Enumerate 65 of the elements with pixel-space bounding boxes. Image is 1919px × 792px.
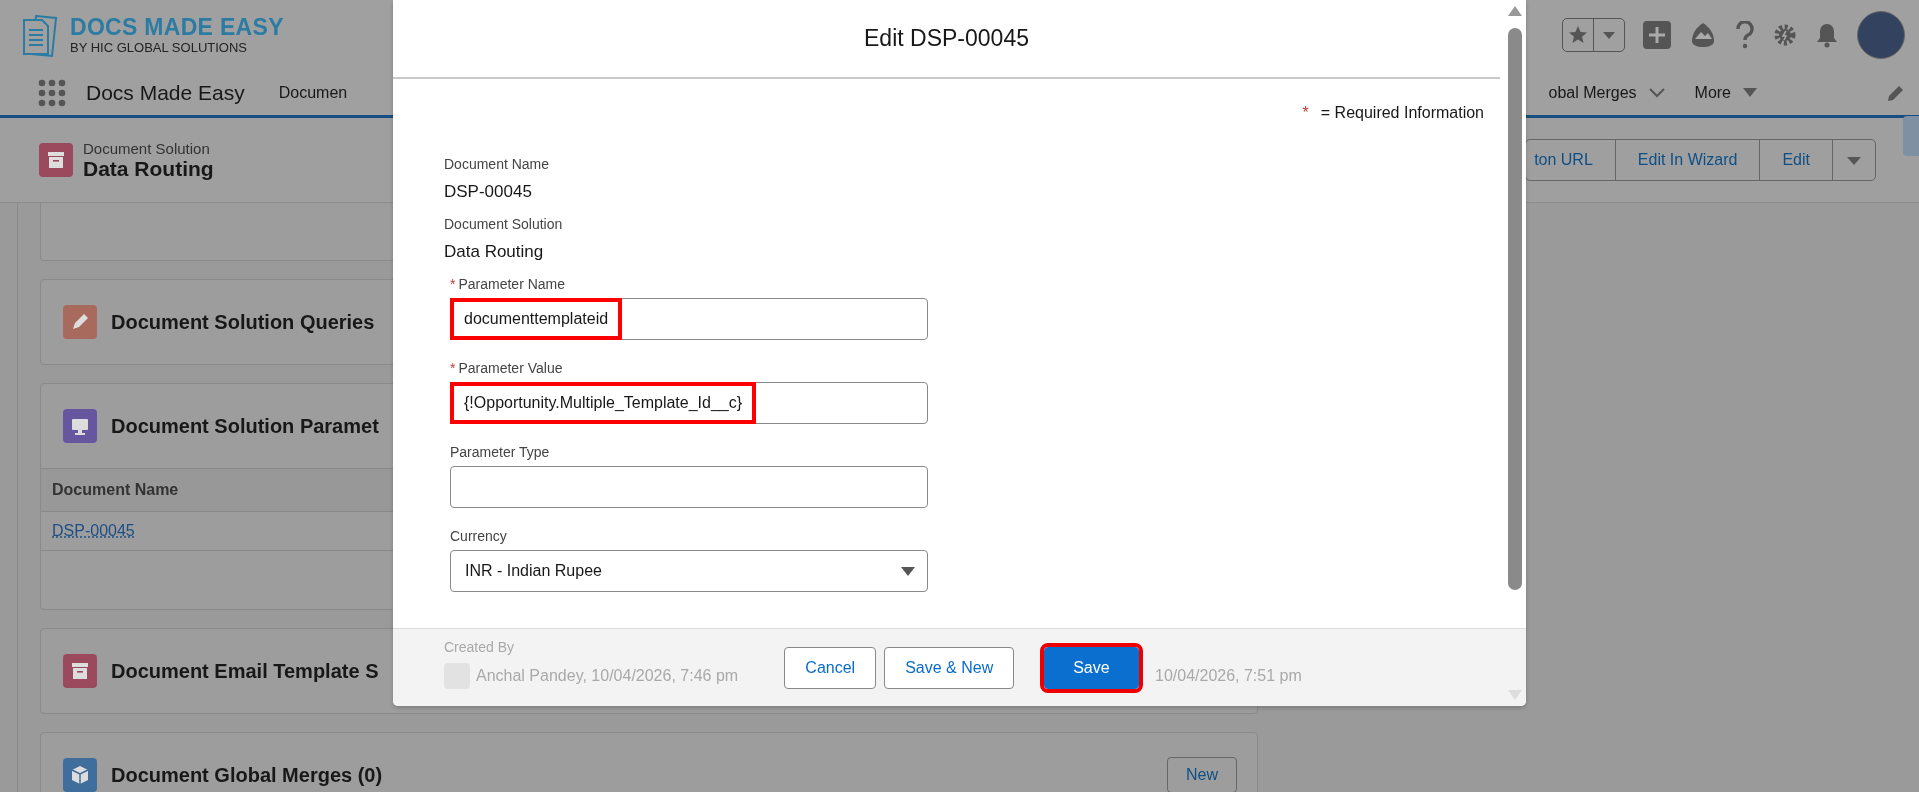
field-value: DSP-00045: [444, 182, 533, 202]
nav-tab[interactable]: obal Merges: [1548, 83, 1637, 102]
archive-box-icon: [63, 654, 97, 688]
edit-pencil-icon[interactable]: [1887, 83, 1905, 102]
field-value: Data Routing: [444, 242, 545, 262]
dialog-button[interactable]: Save & New: [884, 646, 1015, 689]
column-header: Document Name: [52, 481, 179, 499]
nav-tab[interactable]: More: [1694, 83, 1731, 102]
star-icon: [1568, 25, 1588, 45]
scrollbar-thumb[interactable]: [1508, 28, 1522, 590]
card-title: Document Global Merges (0): [111, 763, 383, 787]
help-icon[interactable]: [1735, 21, 1755, 49]
field-label: Currency: [450, 528, 507, 544]
action-button[interactable]: Edit In Wizard: [1614, 140, 1760, 180]
new-button[interactable]: New: [1167, 757, 1237, 792]
caret-down-icon: [1743, 88, 1757, 97]
monitor-icon: [63, 409, 97, 443]
field-label: Parameter Type: [450, 444, 550, 460]
input-field[interactable]: {!Opportunity.Multiple_Template_Id__c}: [450, 382, 928, 424]
currency-select[interactable]: INR - Indian Rupee: [450, 550, 928, 592]
scroll-up-icon[interactable]: [1508, 6, 1522, 16]
logo-subtitle: BY HIC GLOBAL SOLUTIONS: [70, 41, 248, 54]
notifications-icon[interactable]: [1815, 22, 1839, 48]
field-value: 10/04/2026, 7:51 pm: [1155, 667, 1302, 685]
field-value: documenttemplateid: [450, 298, 623, 340]
card-title: Document Solution Queries: [111, 310, 375, 334]
required-mark: *: [450, 360, 456, 376]
required-note: = Required Information: [1320, 104, 1484, 122]
record-link[interactable]: DSP-00045: [52, 522, 135, 540]
input-field[interactable]: documenttemplateid: [450, 298, 928, 340]
field-label: Document Name: [444, 156, 551, 172]
input-field[interactable]: [450, 466, 928, 508]
required-mark: *: [1302, 104, 1309, 122]
app-launcher-icon[interactable]: [38, 78, 66, 107]
field-label: Parameter Value: [458, 360, 563, 376]
field-label: Created By: [444, 639, 515, 655]
archive-box-icon: [39, 143, 73, 177]
field-label: Document Solution: [444, 216, 564, 232]
user-avatar[interactable]: [1857, 11, 1905, 59]
caret-down-icon: [1603, 31, 1615, 39]
cube-icon: [63, 758, 97, 792]
nav-tab[interactable]: Documen: [278, 83, 348, 102]
field-label: Parameter Name: [458, 276, 566, 292]
settings-icon[interactable]: [1773, 23, 1797, 47]
dialog-title: Edit DSP-00045: [864, 25, 1029, 52]
card-title: Document Email Template S: [111, 659, 379, 683]
mountain-icon[interactable]: [1689, 21, 1717, 49]
field-value: Anchal Pandey, 10/04/2026, 7:46 pm: [476, 667, 739, 685]
chevron-down-icon: [1648, 87, 1665, 98]
pencil-icon: [63, 305, 97, 339]
favorites-button[interactable]: [1562, 18, 1625, 52]
dialog-button[interactable]: Cancel: [784, 646, 877, 689]
record-type: Document Solution: [83, 139, 211, 157]
record-name: Data Routing: [83, 156, 214, 181]
action-button[interactable]: ton URL: [1526, 140, 1615, 180]
app-name: Docs Made Easy: [86, 80, 245, 105]
plus-icon[interactable]: [1643, 21, 1671, 49]
caret-down-icon: [901, 566, 915, 576]
required-mark: *: [450, 276, 456, 292]
card-title: Document Solution Paramet: [111, 414, 379, 438]
caret-down-icon: [1847, 157, 1861, 165]
field-value: {!Opportunity.Multiple_Template_Id__c}: [450, 382, 757, 424]
logo-title: DOCS MADE EASY: [70, 16, 284, 39]
action-button[interactable]: Edit: [1759, 140, 1832, 180]
field-value: INR - Indian Rupee: [464, 561, 603, 581]
